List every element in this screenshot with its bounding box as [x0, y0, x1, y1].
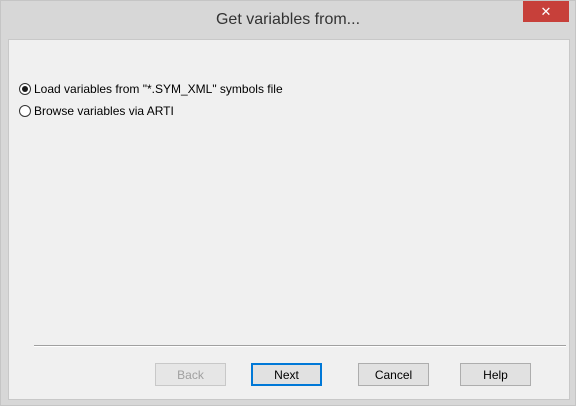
help-button[interactable]: Help: [460, 363, 531, 386]
title-bar[interactable]: Get variables from... ✕: [1, 1, 575, 39]
back-button[interactable]: Back: [155, 363, 226, 386]
radio-browse-arti[interactable]: Browse variables via ARTI: [19, 104, 174, 118]
next-button[interactable]: Next: [251, 363, 322, 386]
close-button[interactable]: ✕: [523, 1, 569, 22]
cancel-button[interactable]: Cancel: [358, 363, 429, 386]
dialog-title: Get variables from...: [215, 11, 361, 28]
dialog-content: Load variables from "*.SYM_XML" symbols …: [8, 39, 570, 400]
radio-load-sym-xml[interactable]: Load variables from "*.SYM_XML" symbols …: [19, 82, 283, 96]
separator-line: [34, 345, 566, 347]
close-icon: ✕: [540, 3, 552, 19]
dialog-window: Get variables from... ✕ Load variables f…: [0, 0, 576, 406]
radio-label-browse-arti: Browse variables via ARTI: [34, 104, 174, 118]
radio-button-unchecked[interactable]: [19, 105, 31, 117]
radio-label-load-sym-xml: Load variables from "*.SYM_XML" symbols …: [34, 82, 283, 96]
radio-button-checked[interactable]: [19, 83, 31, 95]
